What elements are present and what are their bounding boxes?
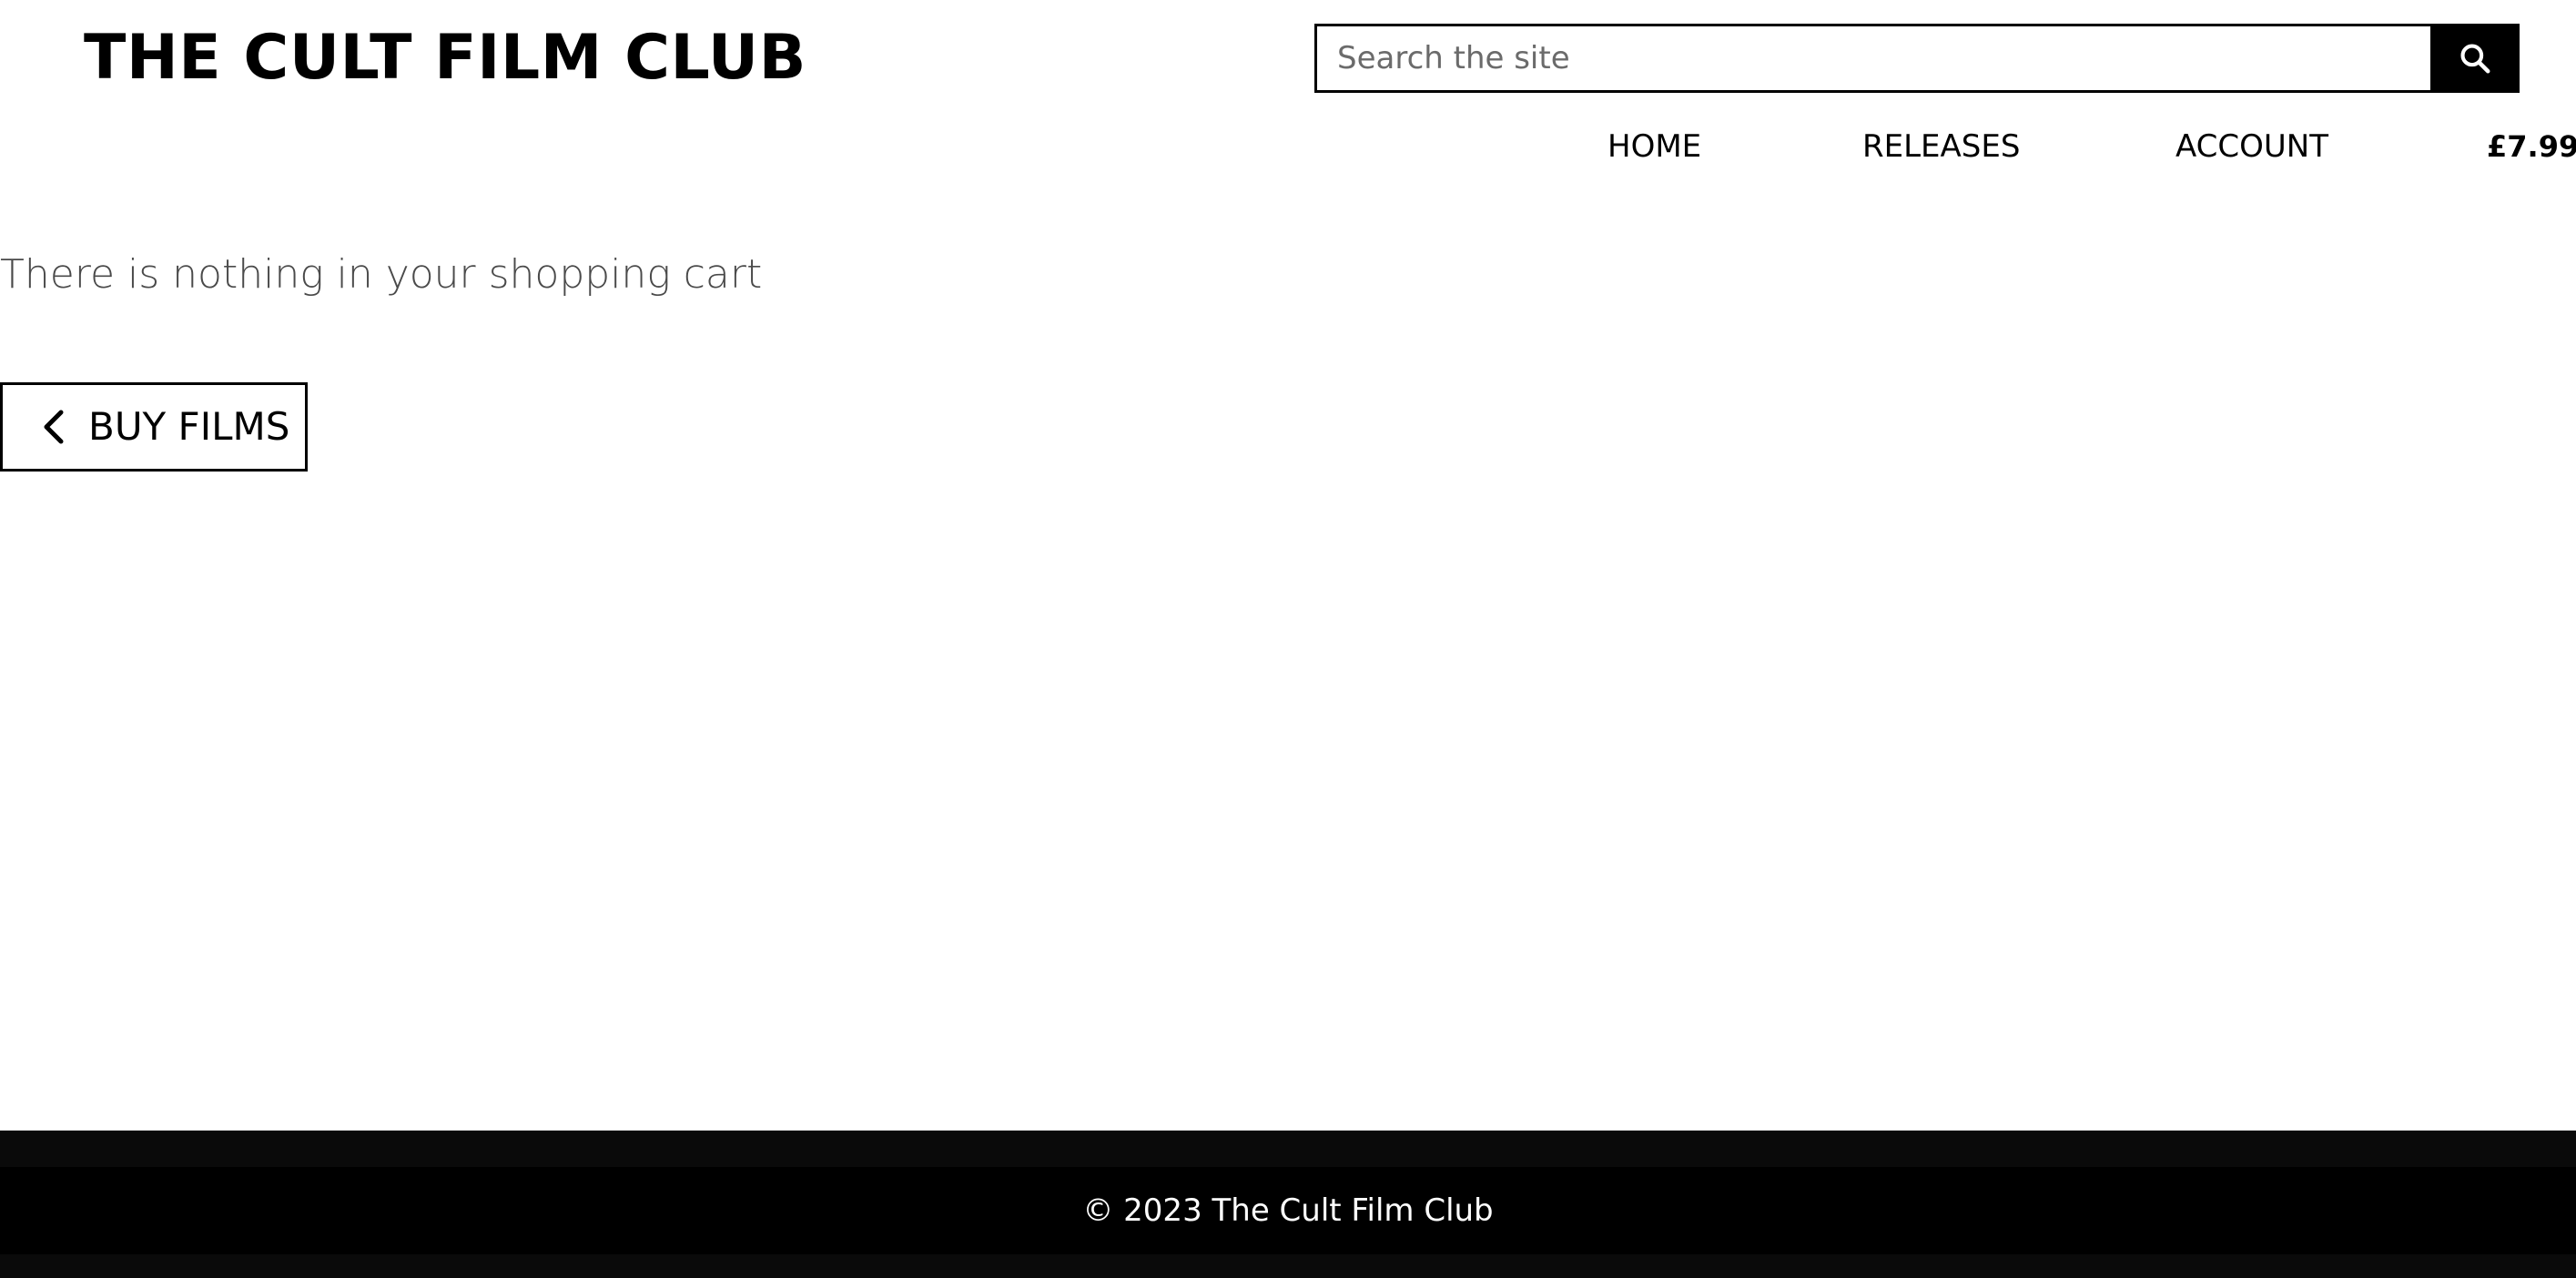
nav-account-link[interactable]: ACCOUNT [2175, 124, 2328, 169]
footer-bar: © 2023 The Cult Film Club [0, 1167, 2576, 1254]
site-title[interactable]: THE CULT FILM CLUB [84, 20, 806, 96]
empty-cart-message: There is nothing in your shopping cart [0, 251, 763, 298]
cart-total-link[interactable]: £7.99 [2487, 124, 2576, 169]
buy-films-button[interactable]: BUY FILMS [0, 382, 308, 472]
search-input[interactable] [1314, 24, 2430, 93]
chevron-left-icon [44, 410, 64, 444]
search-form [1314, 24, 2520, 93]
site-footer: © 2023 The Cult Film Club [0, 1131, 2576, 1278]
buy-films-label: BUY FILMS [88, 404, 290, 449]
nav-releases-link[interactable]: RELEASES [1862, 124, 2020, 169]
search-button[interactable] [2430, 24, 2520, 93]
copyright-text: © 2023 The Cult Film Club [1082, 1192, 1494, 1229]
nav-home-link[interactable]: HOME [1607, 124, 1701, 169]
main-nav: HOME RELEASES ACCOUNT £7.99 [0, 124, 2576, 169]
search-icon [2460, 44, 2490, 74]
